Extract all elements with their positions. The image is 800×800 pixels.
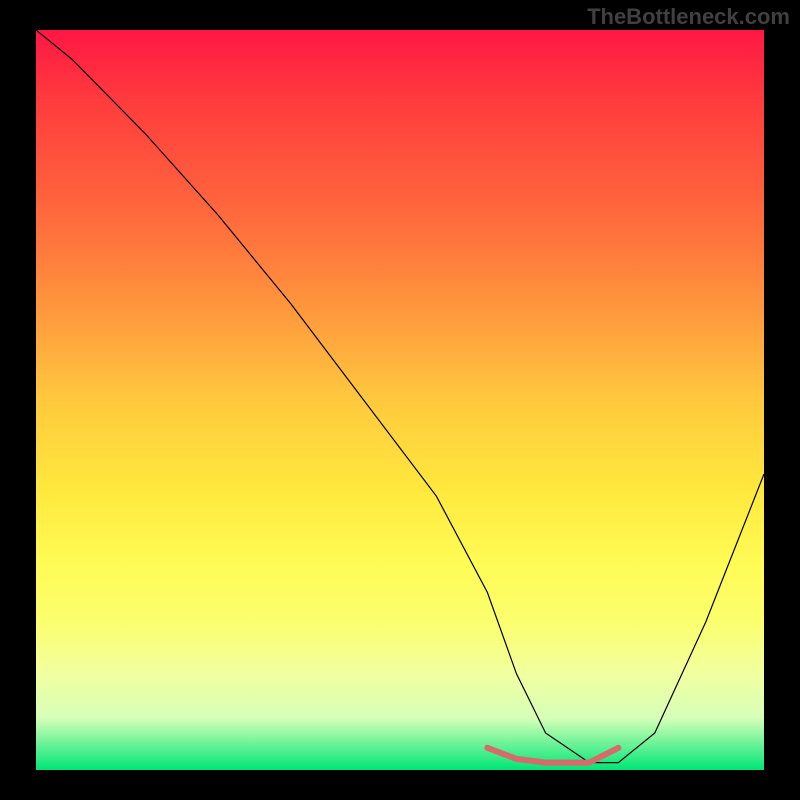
main-curve-path <box>36 30 764 763</box>
chart-svg <box>36 30 764 770</box>
plot-area <box>36 30 764 770</box>
watermark-text: TheBottleneck.com <box>587 4 790 30</box>
chart-container: TheBottleneck.com <box>0 0 800 800</box>
red-segment-path <box>487 748 618 763</box>
